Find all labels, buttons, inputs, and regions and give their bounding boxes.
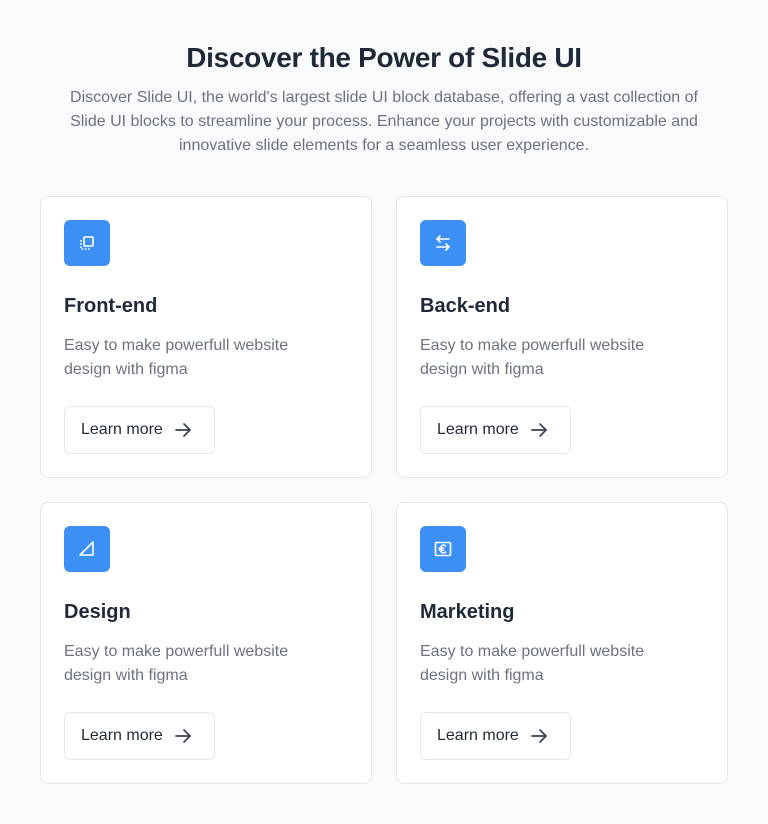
card-title: Back-end (420, 295, 511, 317)
feature-card-back-end: Back-end Easy to make powerfull website … (396, 196, 728, 478)
learn-more-label: Learn more (437, 727, 519, 744)
feature-grid: Front-end Easy to make powerfull website… (40, 196, 728, 784)
card-description: Easy to make powerfull website design wi… (420, 337, 645, 378)
arrow-right-icon (530, 423, 547, 437)
learn-more-label: Learn more (81, 727, 163, 744)
section-header: Discover the Power of Slide UI Discover … (0, 40, 768, 158)
learn-more-label: Learn more (437, 421, 519, 438)
feature-card-front-end: Front-end Easy to make powerfull website… (40, 196, 372, 478)
arrows-swap-icon (420, 220, 466, 266)
arrow-right-icon (174, 729, 191, 743)
learn-more-label: Learn more (81, 421, 163, 438)
feature-card-marketing: Marketing Easy to make powerfull website… (396, 502, 728, 784)
arrow-right-icon (530, 729, 547, 743)
arrow-right-icon (174, 423, 191, 437)
learn-more-button[interactable]: Learn more (64, 712, 215, 760)
page-title: Discover the Power of Slide UI (186, 42, 582, 73)
page-subtitle: Discover Slide UI, the world's largest s… (70, 89, 698, 154)
learn-more-button[interactable]: Learn more (64, 406, 215, 454)
learn-more-button[interactable]: Learn more (420, 712, 571, 760)
card-description: Easy to make powerfull website design wi… (420, 643, 645, 684)
feature-card-design: Design Easy to make powerfull website de… (40, 502, 372, 784)
copy-icon (64, 220, 110, 266)
card-title: Marketing (420, 601, 515, 623)
card-title: Front-end (64, 295, 158, 317)
triangle-ruler-icon (64, 526, 110, 572)
euro-card-icon (420, 526, 466, 572)
page: Discover the Power of Slide UI Discover … (0, 0, 768, 824)
card-description: Easy to make powerfull website design wi… (64, 337, 289, 378)
card-description: Easy to make powerfull website design wi… (64, 643, 289, 684)
learn-more-button[interactable]: Learn more (420, 406, 571, 454)
card-title: Design (64, 601, 131, 623)
